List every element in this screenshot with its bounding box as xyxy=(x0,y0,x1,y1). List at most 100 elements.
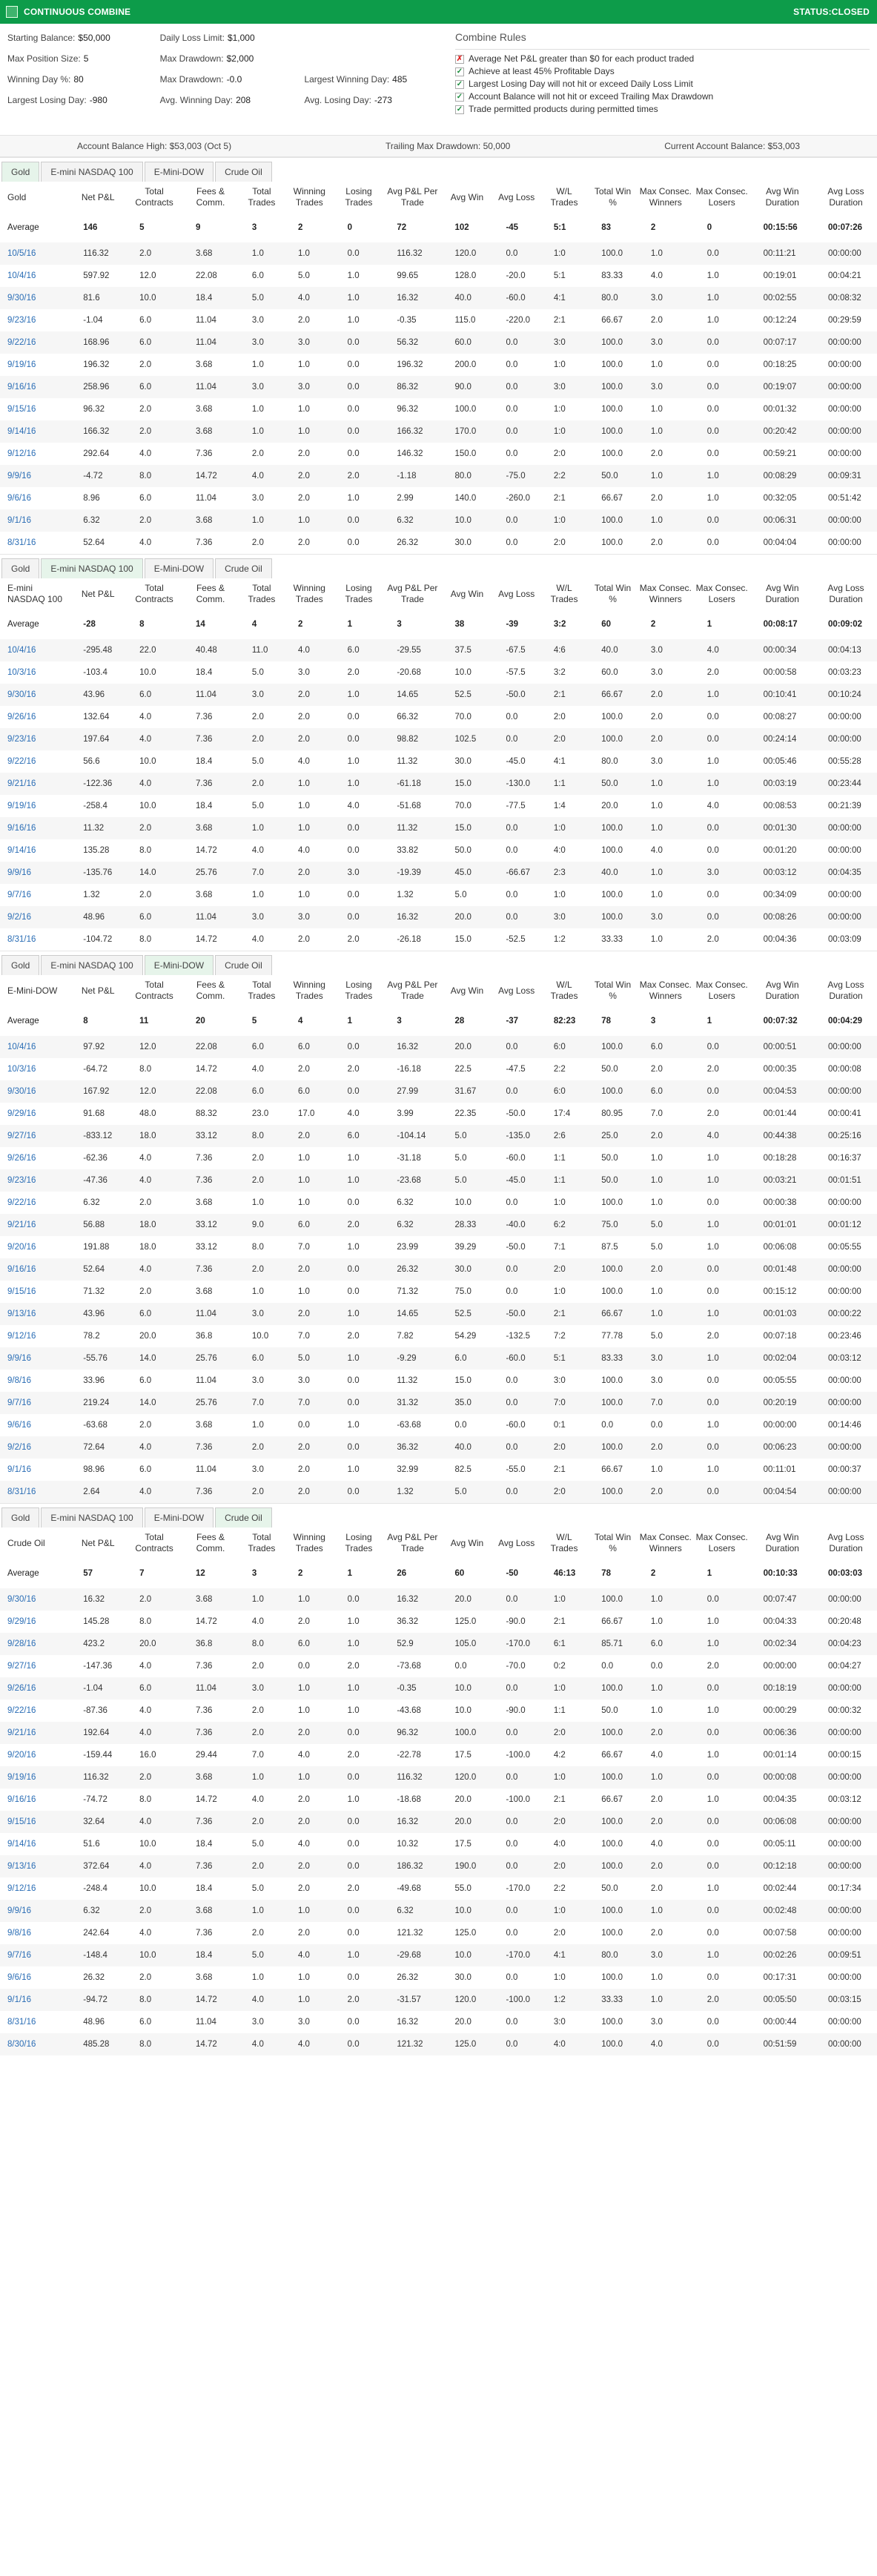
date-link[interactable]: 9/9/16 xyxy=(7,472,31,480)
column-header[interactable]: Total Trades xyxy=(238,1528,285,1559)
column-header[interactable]: Total Contracts xyxy=(126,578,183,610)
column-header[interactable]: W/L Trades xyxy=(540,975,589,1006)
column-header[interactable]: Avg Loss Duration xyxy=(814,1528,877,1559)
column-header[interactable]: Fees & Comm. xyxy=(182,975,239,1006)
date-link[interactable]: 9/23/16 xyxy=(7,1176,36,1185)
date-link[interactable]: 9/15/16 xyxy=(7,405,36,414)
date-link[interactable]: 9/30/16 xyxy=(7,1087,36,1096)
date-link[interactable]: 9/23/16 xyxy=(7,316,36,325)
date-link[interactable]: 9/20/16 xyxy=(7,1751,36,1760)
column-header[interactable]: Losing Trades xyxy=(334,182,384,213)
column-header[interactable]: Avg Loss Duration xyxy=(814,578,877,610)
date-link[interactable]: 9/9/16 xyxy=(7,1906,31,1915)
date-link[interactable]: 9/7/16 xyxy=(7,891,31,899)
column-header[interactable]: Net P&L xyxy=(70,975,127,1006)
date-link[interactable]: 9/14/16 xyxy=(7,427,36,436)
column-header[interactable]: W/L Trades xyxy=(540,182,589,213)
date-link[interactable]: 10/3/16 xyxy=(7,668,36,677)
column-header[interactable]: Avg P&L Per Trade xyxy=(383,578,442,610)
column-header[interactable]: Max Consec. Losers xyxy=(693,1528,750,1559)
date-link[interactable]: 9/12/16 xyxy=(7,1884,36,1893)
column-header[interactable]: Avg Win Duration xyxy=(749,1528,815,1559)
column-header[interactable]: Winning Trades xyxy=(284,1528,334,1559)
date-link[interactable]: 9/27/16 xyxy=(7,1132,36,1140)
date-link[interactable]: 9/16/16 xyxy=(7,824,36,833)
panel-toggle-icon[interactable] xyxy=(6,6,18,18)
date-link[interactable]: 10/5/16 xyxy=(7,249,36,258)
date-link[interactable]: 9/13/16 xyxy=(7,1310,36,1318)
date-link[interactable]: 9/30/16 xyxy=(7,294,36,303)
tab-e-mini-dow[interactable]: E-Mini-DOW xyxy=(144,558,214,578)
tab-e-mini-dow[interactable]: E-Mini-DOW xyxy=(144,162,214,182)
column-header[interactable]: W/L Trades xyxy=(540,578,589,610)
column-header[interactable]: Total Contracts xyxy=(126,182,183,213)
column-header[interactable]: Max Consec. Winners xyxy=(637,975,694,1006)
column-header[interactable]: Fees & Comm. xyxy=(182,1528,239,1559)
date-link[interactable]: 9/9/16 xyxy=(7,868,31,877)
tab-gold[interactable]: Gold xyxy=(1,558,40,578)
date-link[interactable]: 9/30/16 xyxy=(7,1595,36,1604)
tab-e-mini-nasdaq-100[interactable]: E-mini NASDAQ 100 xyxy=(41,955,143,975)
column-header[interactable]: Avg Loss xyxy=(492,182,540,213)
column-header[interactable]: Avg Loss Duration xyxy=(814,975,877,1006)
date-link[interactable]: 9/15/16 xyxy=(7,1817,36,1826)
date-link[interactable]: 9/21/16 xyxy=(7,1728,36,1737)
date-link[interactable]: 9/26/16 xyxy=(7,1154,36,1163)
tab-gold[interactable]: Gold xyxy=(1,162,40,182)
date-link[interactable]: 9/15/16 xyxy=(7,1287,36,1296)
date-link[interactable]: 9/2/16 xyxy=(7,1443,31,1452)
column-header[interactable]: Max Consec. Losers xyxy=(693,182,750,213)
column-header[interactable]: Total Trades xyxy=(238,975,285,1006)
date-link[interactable]: 9/16/16 xyxy=(7,1265,36,1274)
date-link[interactable]: 9/22/16 xyxy=(7,1706,36,1715)
column-header[interactable]: Total Win % xyxy=(588,975,638,1006)
column-header[interactable]: Winning Trades xyxy=(284,975,334,1006)
date-link[interactable]: 9/2/16 xyxy=(7,913,31,922)
column-header[interactable]: Fees & Comm. xyxy=(182,578,239,610)
tab-e-mini-dow[interactable]: E-Mini-DOW xyxy=(144,1507,214,1528)
tab-e-mini-nasdaq-100[interactable]: E-mini NASDAQ 100 xyxy=(41,558,143,578)
tab-e-mini-nasdaq-100[interactable]: E-mini NASDAQ 100 xyxy=(41,162,143,182)
date-link[interactable]: 9/7/16 xyxy=(7,1398,31,1407)
date-link[interactable]: 9/26/16 xyxy=(7,1684,36,1693)
column-header[interactable]: Max Consec. Winners xyxy=(637,1528,694,1559)
column-header[interactable]: Avg P&L Per Trade xyxy=(383,182,442,213)
date-link[interactable]: 9/14/16 xyxy=(7,846,36,855)
column-header[interactable]: Avg Win Duration xyxy=(749,182,815,213)
date-link[interactable]: 9/22/16 xyxy=(7,1198,36,1207)
date-link[interactable]: 9/6/16 xyxy=(7,494,31,503)
date-link[interactable]: 9/1/16 xyxy=(7,1465,31,1474)
date-link[interactable]: 9/1/16 xyxy=(7,1995,31,2004)
date-link[interactable]: 9/8/16 xyxy=(7,1929,31,1938)
date-link[interactable]: 9/26/16 xyxy=(7,713,36,721)
column-header[interactable]: Max Consec. Losers xyxy=(693,578,750,610)
column-header[interactable]: Avg P&L Per Trade xyxy=(383,1528,442,1559)
date-link[interactable]: 8/31/16 xyxy=(7,935,36,944)
date-link[interactable]: 9/22/16 xyxy=(7,757,36,766)
date-link[interactable]: 9/12/16 xyxy=(7,449,36,458)
column-header[interactable]: Avg Win Duration xyxy=(749,578,815,610)
column-header[interactable]: Avg P&L Per Trade xyxy=(383,975,442,1006)
date-link[interactable]: 10/4/16 xyxy=(7,1043,36,1051)
column-header[interactable]: Winning Trades xyxy=(284,578,334,610)
column-header[interactable]: Net P&L xyxy=(70,1528,127,1559)
date-link[interactable]: 9/16/16 xyxy=(7,383,36,392)
date-link[interactable]: 9/22/16 xyxy=(7,338,36,347)
date-link[interactable]: 9/20/16 xyxy=(7,1243,36,1252)
date-link[interactable]: 9/6/16 xyxy=(7,1421,31,1430)
date-link[interactable]: 9/13/16 xyxy=(7,1862,36,1871)
tab-crude-oil[interactable]: Crude Oil xyxy=(215,162,272,182)
date-link[interactable]: 10/4/16 xyxy=(7,271,36,280)
column-header[interactable]: W/L Trades xyxy=(540,1528,589,1559)
column-header[interactable]: Total Contracts xyxy=(126,1528,183,1559)
date-link[interactable]: 9/1/16 xyxy=(7,516,31,525)
date-link[interactable]: 9/9/16 xyxy=(7,1354,31,1363)
tab-gold[interactable]: Gold xyxy=(1,955,40,975)
date-link[interactable]: 9/30/16 xyxy=(7,690,36,699)
column-header[interactable]: Avg Loss xyxy=(492,1528,540,1559)
date-link[interactable]: 9/23/16 xyxy=(7,735,36,744)
date-link[interactable]: 9/12/16 xyxy=(7,1332,36,1341)
column-header[interactable]: Winning Trades xyxy=(284,182,334,213)
date-link[interactable]: 9/28/16 xyxy=(7,1639,36,1648)
column-header[interactable]: Max Consec. Winners xyxy=(637,578,694,610)
